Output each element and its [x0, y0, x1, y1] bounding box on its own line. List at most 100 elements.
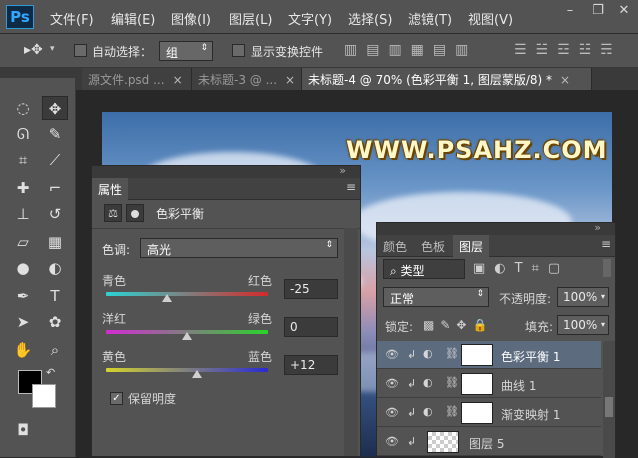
- tone-dropdown[interactable]: 高光 ⇕: [140, 238, 338, 258]
- tab-untitled-3[interactable]: 未标题-3 @ ... ×: [192, 68, 302, 90]
- layer-mask-thumb[interactable]: [461, 373, 493, 395]
- close-icon[interactable]: ✕: [610, 0, 638, 22]
- tab-color[interactable]: 颜色: [377, 235, 413, 257]
- show-transform-label: 显示变换控件: [251, 45, 324, 59]
- dodge-tool-icon[interactable]: ◐: [42, 256, 68, 280]
- show-transform-checkbox[interactable]: [232, 44, 245, 57]
- fill-label: 填充:: [525, 320, 554, 334]
- menu-view[interactable]: 视图(V): [468, 9, 513, 28]
- tab-properties[interactable]: 属性: [92, 178, 129, 200]
- cyan-red-slider[interactable]: [106, 292, 268, 296]
- layer-name[interactable]: 色彩平衡 1: [501, 348, 560, 365]
- layer-row[interactable]: 👁 ↲ ◐ ⛓ 色彩平衡 1: [377, 341, 601, 369]
- history-brush-icon[interactable]: ↺: [42, 202, 68, 226]
- cyan-red-thumb[interactable]: [161, 294, 172, 302]
- properties-panel: » 属性 ≡ ⚖ 色彩平衡 色调: 高光 ⇕ 青色 红色 -25 洋红 绿色 0…: [91, 164, 361, 457]
- type-tool-icon[interactable]: T: [42, 284, 68, 308]
- balance-icon[interactable]: ⚖: [104, 204, 122, 222]
- menu-image[interactable]: 图像(I): [171, 9, 211, 28]
- zoom-tool-icon[interactable]: ⌕: [42, 338, 68, 362]
- pen-tool-icon[interactable]: ✒: [10, 284, 36, 308]
- tab-layers[interactable]: 图层: [453, 235, 490, 257]
- align-icons[interactable]: ▥▤▥▦▤▥: [344, 42, 477, 58]
- gradient-tool-icon[interactable]: ▦: [42, 230, 68, 254]
- panel-menu-icon[interactable]: ≡: [346, 180, 356, 194]
- cyan-red-value[interactable]: -25: [284, 279, 338, 299]
- blend-mode-dropdown[interactable]: 正常 ⇕: [383, 287, 489, 307]
- minimize-icon[interactable]: –: [556, 0, 584, 22]
- layer-mask-thumb[interactable]: [461, 344, 493, 366]
- layer-name[interactable]: 曲线 1: [501, 377, 536, 394]
- yellow-blue-thumb[interactable]: [191, 370, 202, 378]
- visibility-icon[interactable]: 👁: [385, 406, 399, 419]
- fill-field[interactable]: 100% ▾: [557, 315, 609, 335]
- quick-select-icon[interactable]: ✎: [42, 122, 68, 146]
- mask-icon[interactable]: [126, 204, 144, 222]
- layer-row[interactable]: 👁 ↲ ◐ ⛓ 渐变映射 1: [377, 399, 601, 427]
- layer-name[interactable]: 图层 5: [469, 435, 504, 452]
- document-tabs: 源文件.psd ... × 未标题-3 @ ... × 未标题-4 @ 70% (色…: [0, 68, 638, 90]
- background-color-swatch[interactable]: [32, 384, 56, 408]
- menu-type[interactable]: 文字(Y): [288, 9, 332, 28]
- brush-tool-icon[interactable]: ⌐: [42, 176, 68, 200]
- collapse-icon[interactable]: »: [594, 221, 601, 234]
- panel-menu-icon[interactable]: ≡: [601, 237, 611, 251]
- opacity-field[interactable]: 100% ▾: [557, 287, 609, 307]
- visibility-icon[interactable]: 👁: [385, 377, 399, 390]
- marquee-tool-icon[interactable]: ◌: [10, 96, 36, 120]
- filter-toggle[interactable]: [603, 259, 611, 277]
- filter-icons[interactable]: ▣◐T⌗▢: [473, 261, 569, 276]
- menu-layer[interactable]: 图层(L): [229, 9, 272, 28]
- opacity-value: 100%: [563, 290, 598, 304]
- move-tool-icon[interactable]: ✥: [42, 96, 68, 120]
- yellow-blue-value[interactable]: +12: [284, 355, 338, 375]
- layer-thumb[interactable]: [427, 431, 459, 453]
- layer-row[interactable]: 👁 ↲ ◐ ⛓ 曲线 1: [377, 370, 601, 398]
- lock-icons[interactable]: ▩✎✥🔒: [423, 318, 493, 332]
- layers-scrollbar[interactable]: [603, 341, 615, 458]
- tab-close-icon[interactable]: ×: [173, 73, 183, 87]
- lasso-tool-icon[interactable]: ᘏ: [10, 122, 36, 146]
- move-tool-icon[interactable]: ▸✥: [24, 42, 43, 58]
- layer-row[interactable]: 👁 ↲ 图层 5: [377, 428, 601, 456]
- distribute-icons[interactable]: ☰☱☲☳☴: [514, 42, 622, 58]
- crop-tool-icon[interactable]: ⌗: [10, 148, 36, 172]
- search-icon: ⌕: [390, 264, 401, 278]
- preserve-luminosity-label: 保留明度: [128, 392, 177, 406]
- blur-tool-icon[interactable]: ●: [10, 256, 36, 280]
- tab-swatches[interactable]: 色板: [415, 235, 451, 257]
- tab-close-icon[interactable]: ×: [560, 73, 570, 87]
- visibility-icon[interactable]: 👁: [385, 348, 399, 361]
- eyedropper-icon[interactable]: ⟋: [42, 148, 68, 172]
- layer-filter-dropdown[interactable]: ⌕ 类型: [383, 259, 465, 279]
- shape-tool-icon[interactable]: ✿: [42, 310, 68, 334]
- clone-stamp-icon[interactable]: ⊥: [10, 202, 36, 226]
- quick-mask-icon[interactable]: ◘: [10, 418, 36, 442]
- auto-select-checkbox[interactable]: [74, 44, 87, 57]
- auto-select-dropdown[interactable]: 组 ⇕: [159, 41, 213, 61]
- collapse-icon[interactable]: »: [339, 164, 346, 177]
- menu-select[interactable]: 选择(S): [348, 9, 392, 28]
- yellow-blue-slider[interactable]: [106, 368, 268, 372]
- restore-icon[interactable]: ❐: [584, 0, 612, 22]
- properties-scrollbar[interactable]: [344, 228, 358, 456]
- path-select-icon[interactable]: ➤: [10, 310, 36, 334]
- magenta-green-thumb[interactable]: [182, 332, 192, 340]
- yellow-label: 黄色: [102, 350, 127, 364]
- menu-edit[interactable]: 编辑(E): [111, 9, 155, 28]
- visibility-icon[interactable]: 👁: [385, 435, 399, 448]
- eraser-tool-icon[interactable]: ▱: [10, 230, 36, 254]
- chevron-down-icon[interactable]: ▾: [50, 44, 55, 54]
- magenta-green-value[interactable]: 0: [284, 317, 338, 337]
- preserve-luminosity-checkbox[interactable]: ✓: [110, 392, 123, 405]
- tab-untitled-4[interactable]: 未标题-4 @ 70% (色彩平衡 1, 图层蒙版/8) * ×: [302, 68, 592, 90]
- tab-close-icon[interactable]: ×: [285, 73, 295, 87]
- menu-filter[interactable]: 滤镜(T): [408, 9, 452, 28]
- menu-file[interactable]: 文件(F): [50, 9, 94, 28]
- layer-name[interactable]: 渐变映射 1: [501, 406, 560, 423]
- swap-colors-icon[interactable]: ↶: [46, 366, 55, 379]
- hand-tool-icon[interactable]: ✋: [10, 338, 36, 362]
- layer-mask-thumb[interactable]: [461, 402, 493, 424]
- healing-brush-icon[interactable]: ✚: [10, 176, 36, 200]
- tab-source-psd[interactable]: 源文件.psd ... ×: [82, 68, 192, 90]
